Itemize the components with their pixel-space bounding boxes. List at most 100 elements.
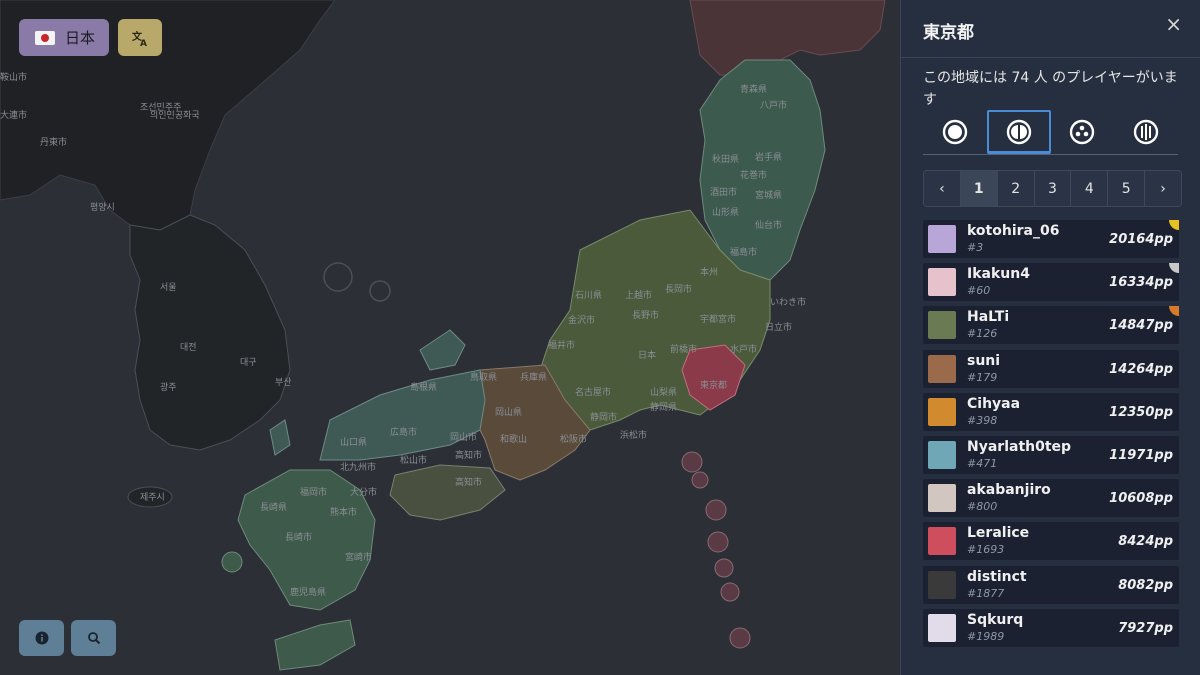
svg-text:高知市: 高知市	[455, 476, 482, 488]
svg-text:宮城県: 宮城県	[755, 189, 782, 201]
player-row[interactable]: Sqkurq #1989 7927pp	[923, 608, 1179, 647]
player-avatar	[928, 613, 956, 642]
svg-text:浜松市: 浜松市	[620, 429, 647, 441]
svg-text:조선민주주: 조선민주주	[140, 102, 181, 113]
svg-text:평양시: 평양시	[90, 202, 115, 213]
player-avatar	[928, 354, 956, 383]
player-name: Nyarlath0tep	[967, 438, 1072, 455]
country-selector-button[interactable]: 日本	[19, 19, 109, 56]
svg-text:石川県: 石川県	[575, 290, 602, 301]
player-name: akabanjiro	[967, 482, 1051, 499]
svg-text:鞍山市: 鞍山市	[0, 71, 27, 83]
translate-icon: 文 A	[132, 30, 147, 47]
map-canvas[interactable]: 青森県 八戸市 秋田県 岩手県 花巻市 酒田市 宮城県 山形県 仙台市 福島市 …	[0, 0, 900, 675]
player-name: HaLTi	[967, 309, 1010, 326]
svg-text:福岡市: 福岡市	[300, 486, 327, 498]
search-button[interactable]	[71, 620, 116, 656]
svg-text:高知市: 高知市	[455, 449, 482, 461]
svg-text:丹東市: 丹東市	[40, 136, 67, 148]
player-avatar	[928, 268, 956, 297]
svg-text:日立市: 日立市	[765, 321, 792, 333]
mode-tab-osu-catch[interactable]	[1051, 110, 1115, 154]
silver-medal-icon	[1169, 263, 1179, 274]
svg-text:鹿児島県: 鹿児島県	[290, 586, 326, 598]
title-divider	[901, 57, 1200, 58]
player-rank: #398	[967, 413, 998, 427]
pagination-page-3[interactable]: 3	[1034, 171, 1072, 206]
player-pp: 10608pp	[1109, 491, 1173, 507]
player-row[interactable]: kotohira_06 #3 20164pp	[923, 220, 1179, 258]
player-rank: #471	[967, 456, 998, 470]
player-pp: 11971pp	[1109, 447, 1173, 463]
player-name: distinct	[967, 568, 1027, 585]
svg-text:静岡県: 静岡県	[650, 401, 677, 413]
player-row[interactable]: akabanjiro #800 10608pp	[923, 479, 1179, 518]
player-name: kotohira_06	[967, 223, 1060, 239]
player-pp: 12350pp	[1109, 404, 1173, 420]
svg-text:대구: 대구	[240, 357, 257, 368]
mode-tab-osu-taiko[interactable]	[986, 110, 1051, 154]
player-pp: 7927pp	[1118, 620, 1173, 636]
info-button[interactable]	[19, 620, 64, 656]
svg-text:A: A	[140, 39, 147, 47]
svg-text:서울: 서울	[160, 282, 177, 293]
player-rank: #179	[967, 370, 998, 384]
pagination-page-2[interactable]: 2	[997, 171, 1035, 206]
svg-text:青森県: 青森県	[740, 83, 767, 95]
player-avatar	[928, 570, 956, 599]
player-pp: 8082pp	[1118, 577, 1173, 593]
svg-text:광주: 광주	[160, 381, 177, 393]
svg-text:長崎県: 長崎県	[260, 501, 287, 513]
player-list: kotohira_06 #3 20164pp Ikakun4 #60 16334…	[923, 220, 1179, 652]
player-row[interactable]: Nyarlath0tep #471 11971pp	[923, 435, 1179, 474]
osu-catch-icon	[1070, 119, 1095, 145]
svg-text:長崎市: 長崎市	[285, 531, 312, 543]
player-avatar	[928, 225, 956, 253]
player-rank: #126	[967, 327, 998, 341]
pagination-prev-button[interactable]: ‹	[924, 171, 961, 206]
svg-text:兵庫県: 兵庫県	[520, 371, 547, 383]
svg-text:岩手県: 岩手県	[755, 151, 782, 163]
translate-button[interactable]: 文 A	[118, 19, 162, 56]
player-row[interactable]: distinct #1877 8082pp	[923, 565, 1179, 604]
country-label: 日本	[65, 29, 96, 47]
player-row[interactable]: suni #179 14264pp	[923, 349, 1179, 388]
player-row[interactable]: HaLTi #126 14847pp	[923, 306, 1179, 345]
mode-tab-osu-standard[interactable]	[923, 110, 987, 154]
close-button[interactable]: ×	[1165, 12, 1182, 36]
pagination-page-5[interactable]: 5	[1108, 171, 1146, 206]
player-name: Sqkurq	[967, 611, 1024, 628]
world-map[interactable]: 青森県 八戸市 秋田県 岩手県 花巻市 酒田市 宮城県 山形県 仙台市 福島市 …	[0, 0, 900, 675]
player-name: Cihyaa	[967, 395, 1021, 412]
svg-text:長岡市: 長岡市	[665, 283, 692, 295]
svg-text:岡山県: 岡山県	[495, 407, 522, 418]
player-avatar	[928, 527, 956, 556]
player-row[interactable]: Ikakun4 #60 16334pp	[923, 263, 1179, 302]
svg-text:大分市: 大分市	[350, 486, 377, 498]
svg-text:日本: 日本	[638, 349, 656, 361]
svg-text:宇都宮市: 宇都宮市	[700, 313, 736, 325]
player-pp: 14847pp	[1109, 318, 1173, 334]
pagination-page-1[interactable]: 1	[960, 171, 998, 206]
svg-text:宮崎市: 宮崎市	[345, 551, 372, 563]
svg-text:仙台市: 仙台市	[755, 219, 782, 231]
svg-text:北九州市: 北九州市	[340, 461, 376, 473]
svg-text:東京都: 東京都	[700, 379, 727, 391]
search-icon	[87, 632, 100, 645]
svg-text:제주시: 제주시	[140, 492, 165, 503]
bronze-medal-icon	[1169, 306, 1179, 317]
svg-text:八戸市: 八戸市	[760, 99, 787, 111]
svg-text:本州: 本州	[700, 266, 718, 278]
mode-tab-osu-mania[interactable]	[1114, 110, 1178, 154]
pagination-page-4[interactable]: 4	[1071, 171, 1109, 206]
player-row[interactable]: Cihyaa #398 12350pp	[923, 392, 1179, 431]
player-count-text: この地域には 74 人 のプレイヤーがいます	[923, 70, 1178, 108]
svg-text:鳥取県: 鳥取県	[470, 371, 497, 383]
player-rank: #1989	[967, 629, 1005, 643]
pagination-next-button[interactable]: ›	[1145, 171, 1181, 206]
player-name: Ikakun4	[967, 266, 1030, 283]
osu-standard-icon	[942, 119, 968, 145]
player-row[interactable]: Leralice #1693 8424pp	[923, 522, 1179, 561]
osu-mania-icon	[1133, 119, 1159, 145]
svg-text:静岡市: 静岡市	[590, 411, 617, 423]
